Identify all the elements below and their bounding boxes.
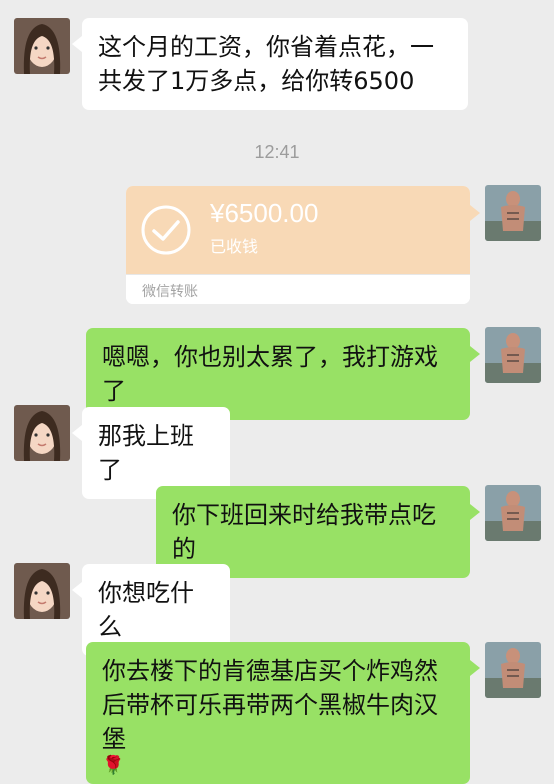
contact-avatar[interactable]: [14, 563, 70, 619]
message-bubble-outgoing[interactable]: 你去楼下的肯德基店买个炸鸡然后带杯可乐再带两个黑椒牛肉汉堡 🌹: [86, 642, 480, 784]
user-avatar[interactable]: [485, 485, 541, 541]
contact-avatar[interactable]: [14, 405, 70, 461]
user-avatar[interactable]: [485, 642, 541, 698]
transfer-card-footer: 微信转账: [126, 274, 470, 304]
transfer-card[interactable]: ¥6500.00 已收钱 微信转账: [126, 186, 470, 304]
message-text: 你去楼下的肯德基店买个炸鸡然后带杯可乐再带两个黑椒牛肉汉堡: [102, 657, 438, 753]
contact-avatar[interactable]: [14, 18, 70, 74]
message-text: 你下班回来时给我带点吃的: [172, 501, 436, 563]
transfer-card-tail: [470, 205, 480, 221]
message-text: 你想吃什么: [98, 579, 194, 641]
user-avatar[interactable]: [485, 185, 541, 241]
timestamp: 12:41: [254, 142, 300, 162]
transfer-status: 已收钱: [210, 237, 259, 256]
message-text: 这个月的工资，你省着点花，一共发了1万多点，给你转6500: [98, 33, 434, 95]
rose-icon: 🌹: [102, 755, 125, 776]
user-avatar[interactable]: [485, 327, 541, 383]
message-text: 那我上班了: [98, 422, 194, 484]
transfer-amount: ¥6500.00: [210, 198, 319, 228]
transfer-card-header: ¥6500.00 已收钱: [126, 186, 470, 274]
message-text: 嗯嗯，你也别太累了，我打游戏了: [102, 343, 438, 405]
message-bubble-incoming[interactable]: 这个月的工资，你省着点花，一共发了1万多点，给你转6500: [72, 18, 468, 110]
check-circle-icon: [140, 204, 192, 256]
transfer-label: 微信转账: [142, 284, 198, 300]
